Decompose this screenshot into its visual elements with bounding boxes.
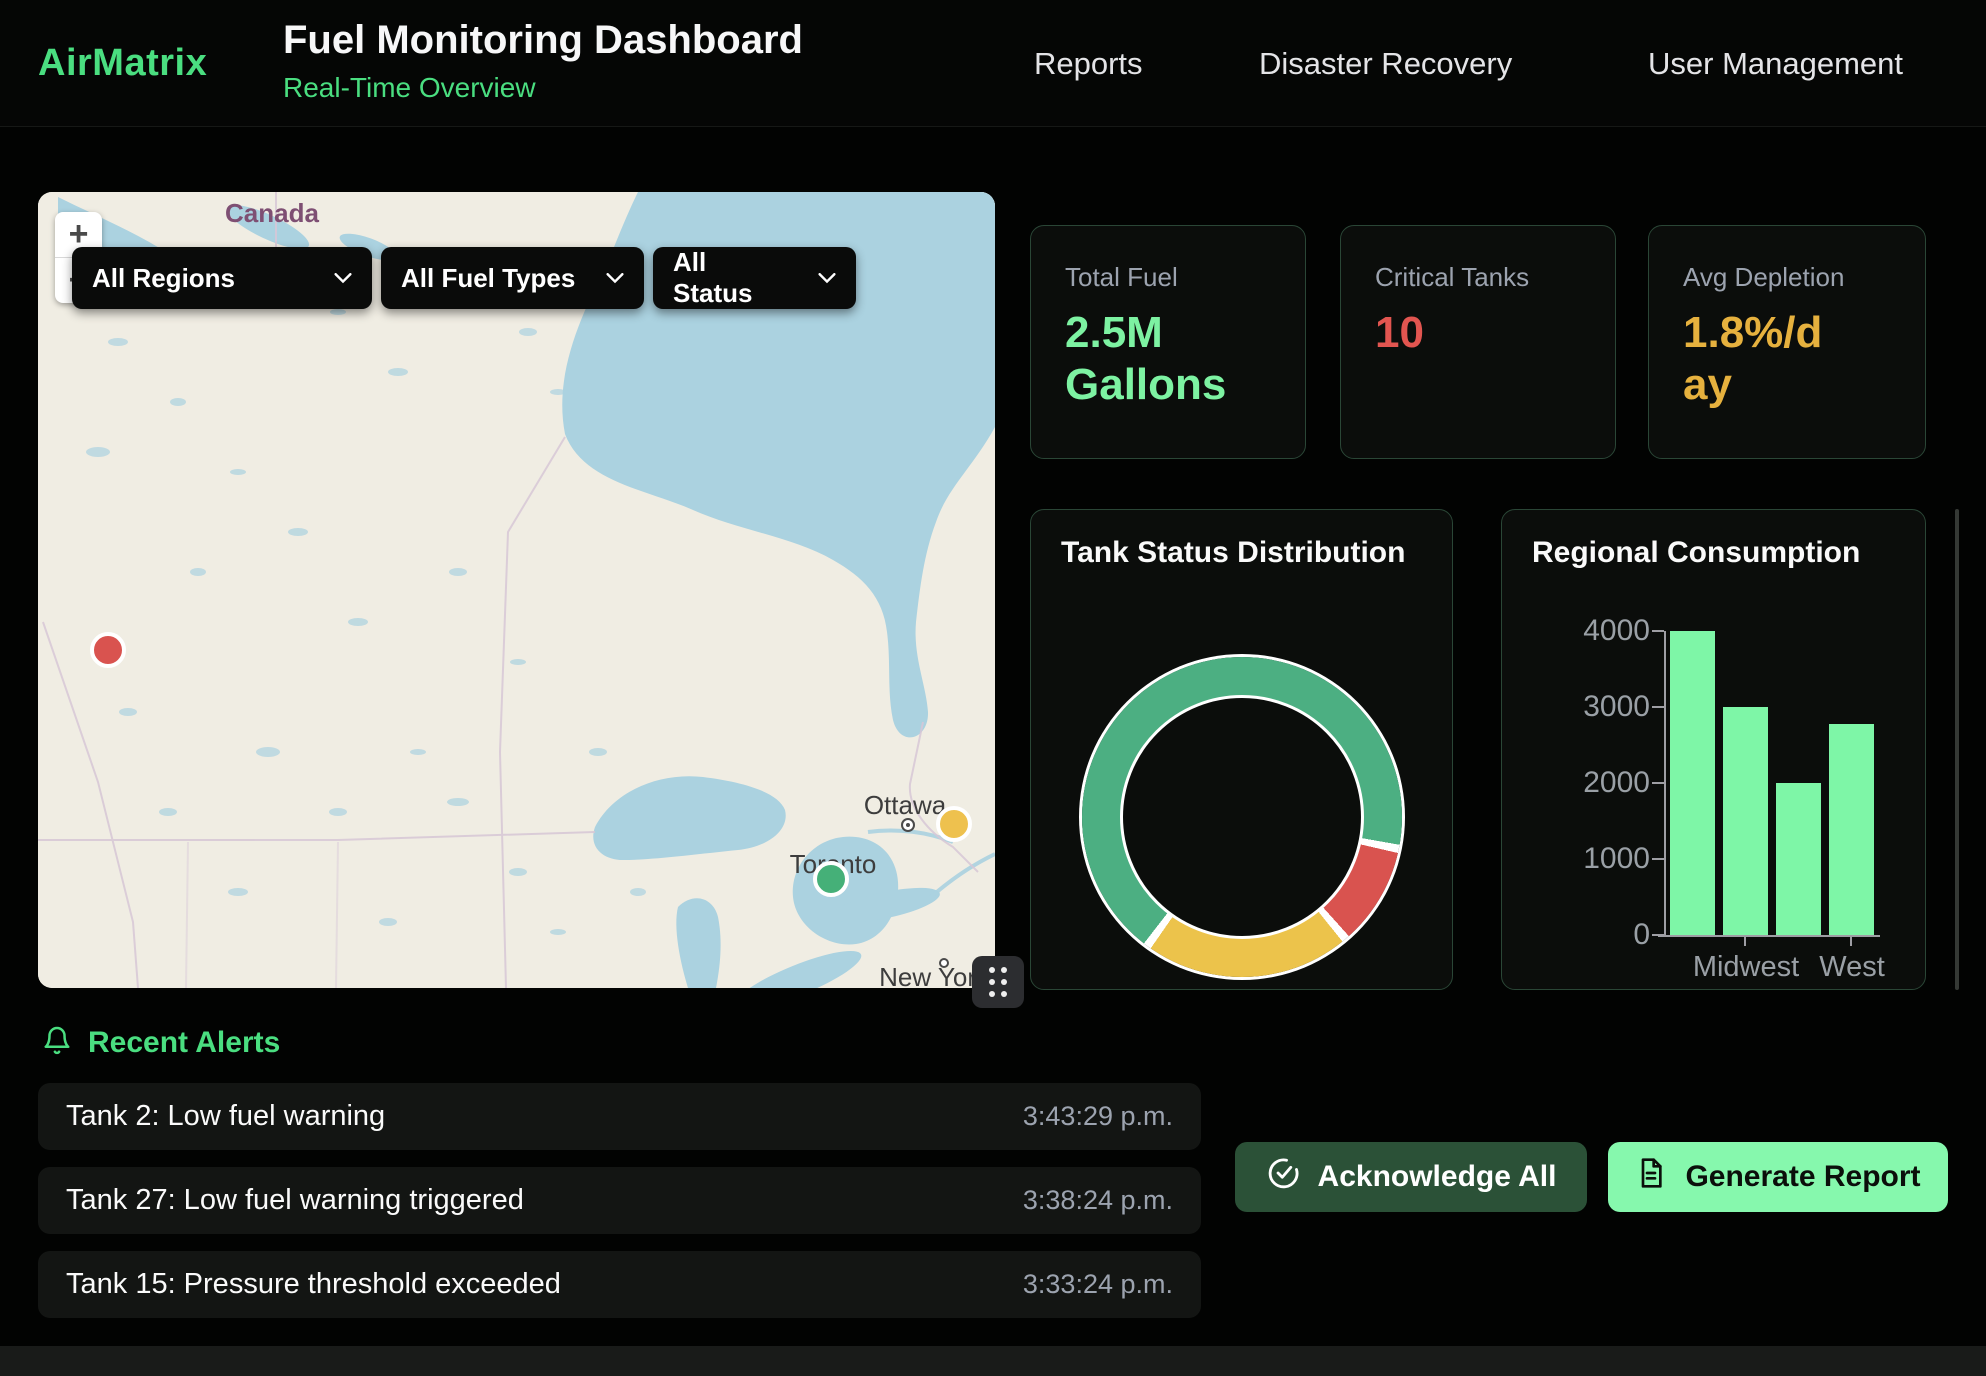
alert-time: 3:33:24 p.m. [1023, 1269, 1173, 1300]
town-icon-ottawa [902, 819, 914, 831]
stat-value: 10 [1375, 307, 1575, 359]
nav-reports[interactable]: Reports [1034, 46, 1143, 82]
alerts-title: Recent Alerts [88, 1026, 280, 1060]
fuel-type-filter-value: All Fuel Types [401, 263, 575, 294]
tank-status-panel: Tank Status Distribution [1030, 509, 1453, 990]
map-filter-bar: All Regions All Fuel Types All Status [72, 247, 856, 309]
check-circle-icon [1266, 1156, 1300, 1198]
alert-row[interactable]: Tank 2: Low fuel warning 3:43:29 p.m. [38, 1083, 1201, 1150]
map-marker-critical[interactable] [92, 634, 124, 666]
dashboard: AirMatrix Fuel Monitoring Dashboard Real… [0, 0, 1986, 1376]
acknowledge-all-button[interactable]: Acknowledge All [1235, 1142, 1587, 1212]
tank-status-title: Tank Status Distribution [1061, 536, 1405, 570]
page-subtitle: Real-Time Overview [283, 72, 536, 104]
chevron-down-icon [334, 273, 352, 284]
bar [1723, 707, 1768, 935]
map-canvas: Canada Ottawa Toronto New York [38, 192, 995, 988]
x-axis [1658, 935, 1880, 937]
alert-message: Tank 15: Pressure threshold exceeded [66, 1268, 561, 1301]
y-tick-label: 0 [1538, 918, 1650, 952]
x-tick-mark [1850, 937, 1852, 946]
stat-card-critical-tanks: Critical Tanks 10 [1340, 225, 1616, 459]
alert-row[interactable]: Tank 15: Pressure threshold exceeded 3:3… [38, 1251, 1201, 1318]
generate-report-label: Generate Report [1685, 1160, 1920, 1194]
alert-time: 3:38:24 p.m. [1023, 1185, 1173, 1216]
chevron-down-icon [818, 273, 836, 284]
region-filter-value: All Regions [92, 263, 235, 294]
y-tick-mark [1652, 782, 1664, 784]
page-title: Fuel Monitoring Dashboard [283, 18, 803, 63]
map-marker-warning[interactable] [938, 808, 970, 840]
status-filter-value: All Status [673, 247, 792, 309]
acknowledge-all-label: Acknowledge All [1318, 1160, 1557, 1194]
grip-dots-icon [989, 967, 1007, 997]
app-header: AirMatrix Fuel Monitoring Dashboard Real… [0, 0, 1986, 127]
stat-card-total-fuel: Total Fuel 2.5M Gallons [1030, 225, 1306, 459]
stat-label: Critical Tanks [1375, 262, 1581, 293]
status-filter-dropdown[interactable]: All Status [653, 247, 856, 309]
stat-value: 2.5M Gallons [1065, 307, 1265, 411]
stat-card-avg-depletion: Avg Depletion 1.8%/day [1648, 225, 1926, 459]
stat-label: Avg Depletion [1683, 262, 1891, 293]
alert-row[interactable]: Tank 27: Low fuel warning triggered 3:38… [38, 1167, 1201, 1234]
alert-time: 3:43:29 p.m. [1023, 1101, 1173, 1132]
x-tick-label: West [1787, 951, 1917, 984]
region-filter-dropdown[interactable]: All Regions [72, 247, 372, 309]
y-tick-label: 1000 [1538, 842, 1650, 876]
y-axis [1664, 631, 1666, 937]
generate-report-button[interactable]: Generate Report [1608, 1142, 1948, 1212]
donut-hole [1120, 695, 1364, 939]
bar-chart: 01000200030004000MidwestWest [1502, 510, 1927, 991]
alert-message: Tank 27: Low fuel warning triggered [66, 1184, 524, 1217]
footer-bar [0, 1346, 1986, 1376]
bar [1776, 783, 1821, 935]
y-tick-mark [1652, 630, 1664, 632]
y-tick-label: 3000 [1538, 690, 1650, 724]
bar [1829, 724, 1874, 935]
map-marker-normal[interactable] [815, 863, 847, 895]
brand-logo: AirMatrix [38, 42, 207, 85]
bell-icon [42, 1024, 72, 1062]
fuel-type-filter-dropdown[interactable]: All Fuel Types [381, 247, 644, 309]
y-tick-label: 2000 [1538, 766, 1650, 800]
report-document-icon [1635, 1157, 1667, 1197]
x-tick-mark [1744, 937, 1746, 946]
stat-value: 1.8%/day [1683, 307, 1833, 411]
alert-message: Tank 2: Low fuel warning [66, 1100, 385, 1133]
regional-consumption-panel: Regional Consumption 01000200030004000Mi… [1501, 509, 1926, 990]
stat-label: Total Fuel [1065, 262, 1271, 293]
map-resize-handle[interactable] [972, 956, 1024, 1008]
map-label-ottawa: Ottawa [864, 790, 947, 820]
nav-user-management[interactable]: User Management [1648, 46, 1903, 82]
y-tick-mark [1652, 934, 1664, 936]
y-tick-mark [1652, 706, 1664, 708]
chevron-down-icon [606, 273, 624, 284]
y-tick-label: 4000 [1538, 614, 1650, 648]
alerts-header: Recent Alerts [42, 1024, 280, 1062]
nav-disaster-recovery[interactable]: Disaster Recovery [1259, 46, 1512, 82]
map-label-canada: Canada [225, 198, 319, 228]
bar [1670, 631, 1715, 935]
scrollbar[interactable] [1955, 509, 1959, 990]
y-tick-mark [1652, 858, 1664, 860]
map[interactable]: Canada Ottawa Toronto New York + − All R… [38, 192, 995, 988]
